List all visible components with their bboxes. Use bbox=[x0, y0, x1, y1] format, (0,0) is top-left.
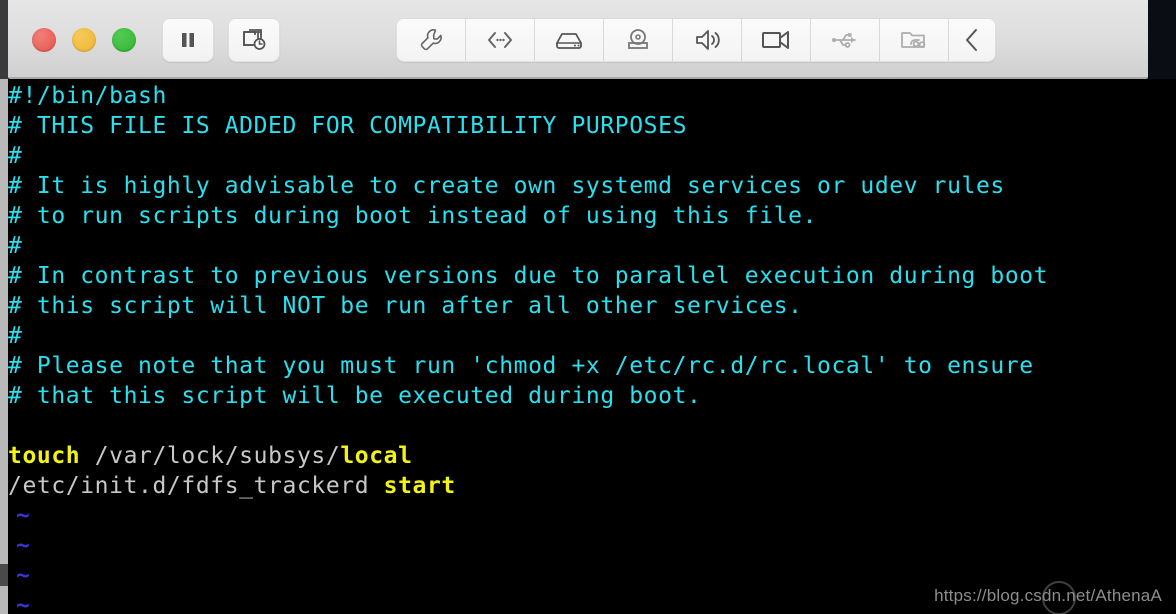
terminal-line: # bbox=[8, 321, 22, 351]
minimize-window-button[interactable] bbox=[72, 28, 96, 52]
terminal-line: # that this script will be executed duri… bbox=[8, 381, 701, 411]
terminal-line: # In contrast to previous versions due t… bbox=[8, 261, 1048, 291]
terminal-line: # bbox=[8, 141, 22, 171]
terminal-text-segment: # It is highly advisable to create own s… bbox=[8, 173, 1005, 199]
terminal-text-segment: # to run scripts during boot instead of … bbox=[8, 203, 818, 229]
terminal-line: touch /var/lock/subsys/local bbox=[8, 441, 413, 471]
terminal-text-segment: /etc/init.d/fdfs_trackerd bbox=[8, 473, 384, 499]
terminal-line: # this script will NOT be run after all … bbox=[8, 291, 803, 321]
wrench-icon bbox=[420, 29, 442, 51]
vm-control-group bbox=[162, 18, 280, 62]
vim-empty-line-marker: ~ bbox=[16, 533, 30, 559]
terminal-text-segment: start bbox=[383, 473, 456, 499]
terminal-text-area: #!/bin/bash # THIS FILE IS ADDED FOR COMP… bbox=[8, 79, 1176, 614]
pause-button[interactable] bbox=[162, 18, 214, 62]
snapshot-clock-icon bbox=[243, 29, 266, 50]
vim-empty-line-marker: ~ bbox=[16, 593, 30, 614]
traffic-light-group bbox=[32, 28, 136, 52]
terminal-scrollbar[interactable] bbox=[0, 79, 8, 614]
harddisk-button[interactable] bbox=[535, 19, 604, 61]
watermark-stamp-icon bbox=[1042, 581, 1077, 614]
camera-button[interactable] bbox=[742, 19, 811, 61]
speaker-icon bbox=[696, 30, 720, 50]
pause-icon bbox=[182, 33, 194, 47]
hard-disk-icon bbox=[556, 33, 582, 49]
vm-console-window: #!/bin/bash # THIS FILE IS ADDED FOR COMP… bbox=[0, 0, 1176, 614]
usb-icon bbox=[832, 33, 856, 48]
window-left-edge bbox=[0, 0, 8, 79]
cdrom-button[interactable] bbox=[604, 19, 673, 61]
terminal-text-segment: # that this script will be executed duri… bbox=[8, 383, 702, 409]
sound-button[interactable] bbox=[673, 19, 742, 61]
cd-drive-icon bbox=[628, 29, 648, 49]
terminal-text-segment: # this script will NOT be run after all … bbox=[8, 293, 803, 319]
terminal-text-segment: # bbox=[8, 323, 23, 349]
window-right-edge bbox=[1148, 0, 1176, 79]
scrollbar-thumb[interactable] bbox=[0, 564, 8, 586]
terminal-screen[interactable]: #!/bin/bash # THIS FILE IS ADDED FOR COMP… bbox=[0, 79, 1176, 614]
terminal-line: /etc/init.d/fdfs_trackerd start bbox=[8, 471, 456, 501]
terminal-text-segment: # In contrast to previous versions due t… bbox=[8, 263, 1049, 289]
maximize-window-button[interactable] bbox=[112, 28, 136, 52]
close-window-button[interactable] bbox=[32, 28, 56, 52]
terminal-text-segment: touch bbox=[8, 443, 81, 469]
watermark: https://blog.csdn.net/AthenaA bbox=[934, 581, 1162, 614]
window-titlebar bbox=[8, 0, 1148, 79]
terminal-line: # Please note that you must run 'chmod +… bbox=[8, 351, 1034, 381]
terminal-text-segment: #!/bin/bash bbox=[8, 83, 167, 109]
terminal-line: # bbox=[8, 231, 22, 261]
terminal-text-segment: # Please note that you must run 'chmod +… bbox=[8, 353, 1034, 379]
chevron-left-icon bbox=[966, 29, 977, 51]
collapse-button[interactable] bbox=[949, 19, 995, 61]
sharedfolders-button[interactable] bbox=[880, 19, 949, 61]
usb-button[interactable] bbox=[811, 19, 880, 61]
device-toolbar bbox=[396, 18, 996, 62]
vim-empty-line-marker: ~ bbox=[16, 503, 30, 529]
terminal-line: # THIS FILE IS ADDED FOR COMPATIBILITY P… bbox=[8, 111, 687, 141]
vim-empty-line-marker: ~ bbox=[16, 563, 30, 589]
terminal-line: # to run scripts during boot instead of … bbox=[8, 201, 817, 231]
terminal-line: # It is highly advisable to create own s… bbox=[8, 171, 1005, 201]
snapshot-button[interactable] bbox=[228, 18, 280, 62]
terminal-text-segment: /var/lock/subsys/ bbox=[80, 443, 341, 469]
network-button[interactable] bbox=[466, 19, 535, 61]
terminal-line: #!/bin/bash bbox=[8, 81, 167, 111]
shared-folder-icon bbox=[901, 32, 926, 48]
network-arrows-icon bbox=[488, 32, 512, 48]
settings-button[interactable] bbox=[397, 19, 466, 61]
terminal-text-segment: # bbox=[8, 233, 23, 259]
terminal-text-segment: # bbox=[8, 143, 23, 169]
terminal-text-segment: local bbox=[340, 443, 413, 469]
terminal-text-segment: # THIS FILE IS ADDED FOR COMPATIBILITY P… bbox=[8, 113, 688, 139]
camera-icon bbox=[762, 31, 789, 49]
